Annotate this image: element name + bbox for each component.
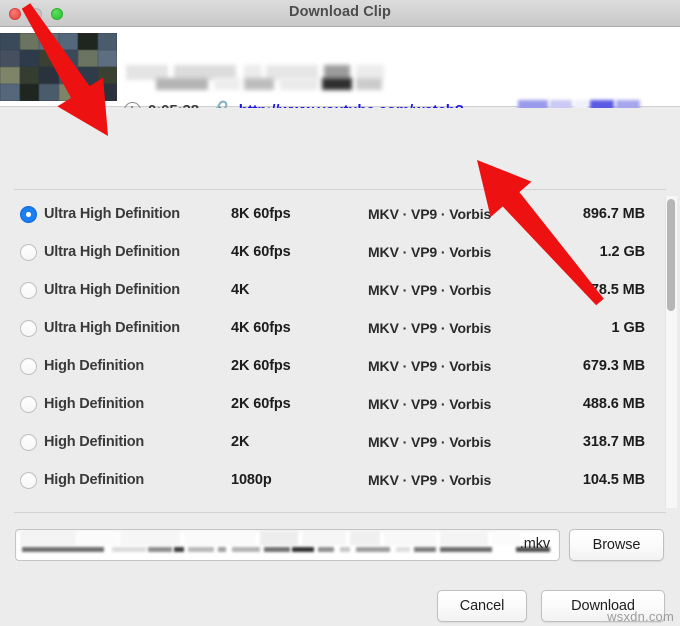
format-size-label: 1 GB xyxy=(470,320,645,336)
save-path-redacted xyxy=(16,530,560,561)
format-radio[interactable] xyxy=(20,434,37,451)
format-size-label: 104.5 MB xyxy=(470,472,645,488)
save-path-input[interactable]: .mkv xyxy=(15,529,560,561)
controls-row: Download Video ▲▼ Format: MKV ▲▼ xyxy=(0,108,680,183)
divider xyxy=(14,189,666,190)
format-row[interactable]: High Definition1080pMKV · VP9 · Vorbis10… xyxy=(0,461,660,499)
format-size-label: 896.7 MB xyxy=(470,206,645,222)
format-quality-label: Ultra High Definition xyxy=(44,206,180,222)
watermark: wsxdn.com xyxy=(607,609,674,624)
format-radio[interactable] xyxy=(20,396,37,413)
format-row[interactable]: Ultra High Definition4K 60fpsMKV · VP9 ·… xyxy=(0,309,660,347)
format-row[interactable]: Ultra High Definition8K 60fpsMKV · VP9 ·… xyxy=(0,195,660,233)
format-quality-label: Ultra High Definition xyxy=(44,320,180,336)
format-quality-label: High Definition xyxy=(44,358,144,374)
format-quality-label: Ultra High Definition xyxy=(44,282,180,298)
format-resolution-label: 4K 60fps xyxy=(231,320,291,336)
save-path-extension: .mkv xyxy=(520,536,550,552)
format-resolution-label: 2K 60fps xyxy=(231,358,291,374)
format-row[interactable]: Ultra High Definition4K 60fpsMKV · VP9 ·… xyxy=(0,233,660,271)
format-resolution-label: 4K 60fps xyxy=(231,244,291,260)
download-clip-window: Download Clip 0:05:38 🔗 http://www.youtu… xyxy=(0,0,680,626)
clip-info-header: 0:05:38 🔗 http://www.youtube.com/watch? xyxy=(0,27,680,107)
format-radio[interactable] xyxy=(20,206,37,223)
format-resolution-label: 2K 60fps xyxy=(231,396,291,412)
format-row[interactable]: Ultra High Definition4KMKV · VP9 · Vorbi… xyxy=(0,271,660,309)
format-resolution-label: 1080p xyxy=(231,472,272,488)
format-radio[interactable] xyxy=(20,358,37,375)
format-row[interactable]: High Definition2K 60fpsMKV · VP9 · Vorbi… xyxy=(0,347,660,385)
divider xyxy=(14,512,666,513)
format-list[interactable]: Ultra High Definition8K 60fpsMKV · VP9 ·… xyxy=(0,193,680,505)
clip-title-redacted xyxy=(126,65,381,90)
format-resolution-label: 2K xyxy=(231,434,249,450)
format-size-label: 488.6 MB xyxy=(470,396,645,412)
format-list-scrollbar-thumb[interactable] xyxy=(667,199,675,311)
window-title: Download Clip xyxy=(0,4,680,20)
format-quality-label: Ultra High Definition xyxy=(44,244,180,260)
format-radio[interactable] xyxy=(20,244,37,261)
format-size-label: 1.2 GB xyxy=(470,244,645,260)
format-size-label: 679.3 MB xyxy=(470,358,645,374)
format-radio[interactable] xyxy=(20,282,37,299)
format-size-label: 678.5 MB xyxy=(470,282,645,298)
browse-button[interactable]: Browse xyxy=(569,529,664,561)
format-row[interactable]: High Definition2KMKV · VP9 · Vorbis318.7… xyxy=(0,423,660,461)
format-resolution-label: 4K xyxy=(231,282,249,298)
format-size-label: 318.7 MB xyxy=(470,434,645,450)
format-radio[interactable] xyxy=(20,320,37,337)
format-radio[interactable] xyxy=(20,472,37,489)
format-quality-label: High Definition xyxy=(44,434,144,450)
format-row[interactable]: High Definition2K 60fpsMKV · VP9 · Vorbi… xyxy=(0,385,660,423)
clip-thumbnail xyxy=(0,33,117,101)
format-resolution-label: 8K 60fps xyxy=(231,206,291,222)
window-titlebar: Download Clip xyxy=(0,0,680,27)
cancel-button[interactable]: Cancel xyxy=(437,590,527,622)
format-quality-label: High Definition xyxy=(44,396,144,412)
format-quality-label: High Definition xyxy=(44,472,144,488)
